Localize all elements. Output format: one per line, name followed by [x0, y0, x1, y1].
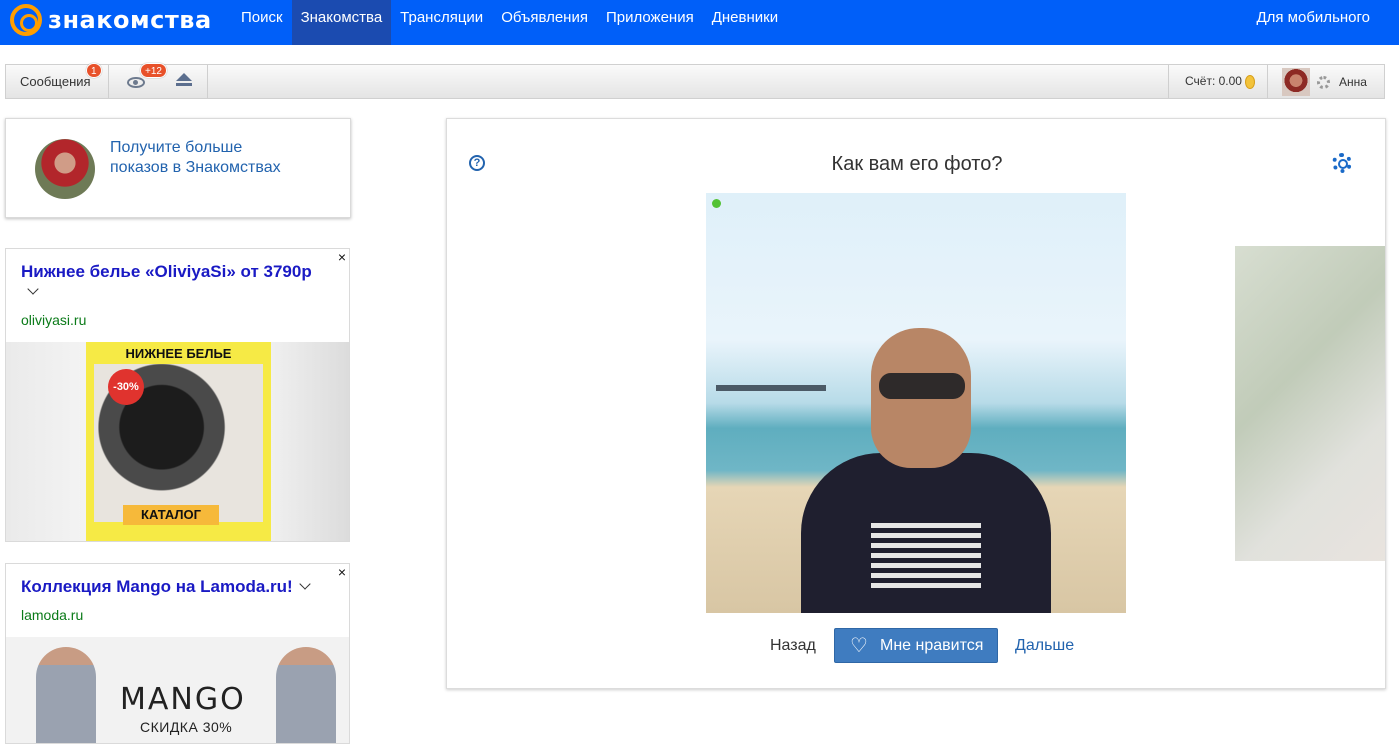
nav-item-broadcasts[interactable]: Трансляции	[391, 0, 492, 45]
chevron-down-icon[interactable]	[299, 578, 311, 590]
nav-item-ads[interactable]: Объявления	[492, 0, 597, 45]
banner-brand: MANGO	[120, 682, 246, 717]
close-icon[interactable]: ×	[338, 249, 346, 265]
ad-title[interactable]: Коллекция Mango на Lamoda.ru!	[21, 577, 331, 597]
user-menu[interactable]: Анна	[1269, 65, 1384, 98]
nav-item-search[interactable]: Поиск	[232, 0, 292, 45]
avatar[interactable]	[1282, 68, 1310, 96]
ad-image[interactable]: MANGO СКИДКА 30%	[6, 637, 349, 743]
ad-title[interactable]: Нижнее белье «OliviyaSi» от 3790р	[21, 262, 321, 302]
promo-avatar	[35, 139, 95, 199]
photo-person	[801, 328, 1051, 613]
back-button[interactable]: Назад	[770, 637, 816, 655]
site-logo[interactable]: знакомства	[10, 4, 212, 36]
chevron-down-icon[interactable]	[27, 283, 39, 295]
photo-rating-card: ? Как вам его фото? Назад ♡ Мне нравится…	[446, 118, 1386, 689]
nav-item-dating[interactable]: Знакомства	[291, 0, 392, 45]
ad-block-2[interactable]: × Коллекция Mango на Lamoda.ru! lamoda.r…	[5, 563, 350, 744]
rating-controls: Назад ♡ Мне нравится Дальше	[447, 628, 1385, 664]
next-button[interactable]: Дальше	[1015, 637, 1074, 655]
logo-text: знакомства	[48, 6, 212, 34]
ad-banner: НИЖНЕЕ БЕЛЬЕ -30% КАТАЛОГ	[86, 342, 271, 541]
catalog-label: КАТАЛОГ	[123, 505, 219, 525]
account-balance[interactable]: Счёт: 0.00	[1168, 65, 1268, 98]
ad-image[interactable]: НИЖНЕЕ БЕЛЬЕ -30% КАТАЛОГ	[6, 342, 349, 541]
profile-photo[interactable]	[706, 193, 1126, 613]
settings-icon[interactable]	[1332, 153, 1352, 173]
close-icon[interactable]: ×	[338, 564, 346, 580]
guests-button[interactable]: +12	[109, 63, 167, 98]
like-label: Мне нравится	[880, 637, 984, 654]
boost-promo[interactable]: Получите больше показов в Знакомствах	[5, 118, 351, 218]
ad-domain[interactable]: lamoda.ru	[21, 607, 83, 623]
mobile-version-link[interactable]: Для мобильного	[1256, 0, 1370, 36]
gear-icon[interactable]	[1317, 76, 1330, 89]
eye-icon	[127, 77, 145, 88]
main-nav: Поиск Знакомства Трансляции Объявления П…	[232, 0, 787, 45]
heart-icon: ♡	[850, 635, 868, 657]
sale-badge: -30%	[108, 369, 144, 405]
promo-text[interactable]: Получите больше показов в Знакомствах	[110, 138, 290, 178]
coin-icon	[1244, 74, 1255, 89]
banner-header: НИЖНЕЕ БЕЛЬЕ	[125, 346, 232, 361]
at-logo-icon	[10, 4, 42, 36]
next-photo-preview[interactable]	[1235, 246, 1385, 561]
nav-item-apps[interactable]: Приложения	[597, 0, 703, 45]
messages-badge: 1	[86, 63, 102, 78]
model-figure	[276, 647, 336, 743]
user-name[interactable]: Анна	[1339, 75, 1367, 89]
nav-item-diaries[interactable]: Дневники	[703, 0, 787, 45]
balance-label: Счёт: 0.00	[1185, 74, 1242, 88]
ad-domain[interactable]: oliviyasi.ru	[21, 312, 86, 328]
rating-question: Как вам его фото?	[831, 153, 1003, 175]
messages-button[interactable]: Сообщения 1	[6, 63, 109, 98]
online-status-indicator	[712, 199, 721, 208]
help-icon[interactable]: ?	[469, 155, 485, 171]
messages-label: Сообщения	[20, 74, 91, 89]
like-button[interactable]: ♡ Мне нравится	[834, 628, 998, 663]
model-figure	[36, 647, 96, 743]
top-navigation-bar: знакомства Поиск Знакомства Трансляции О…	[0, 0, 1399, 45]
arrow-up-icon	[176, 73, 192, 91]
ad-block-1[interactable]: × Нижнее белье «OliviyaSi» от 3790р oliv…	[5, 248, 350, 542]
user-toolbar: Сообщения 1 +12 Счёт: 0.00 Анна	[5, 63, 1385, 99]
raise-profile-button[interactable]	[162, 65, 208, 98]
banner-discount: СКИДКА 30%	[140, 719, 233, 735]
